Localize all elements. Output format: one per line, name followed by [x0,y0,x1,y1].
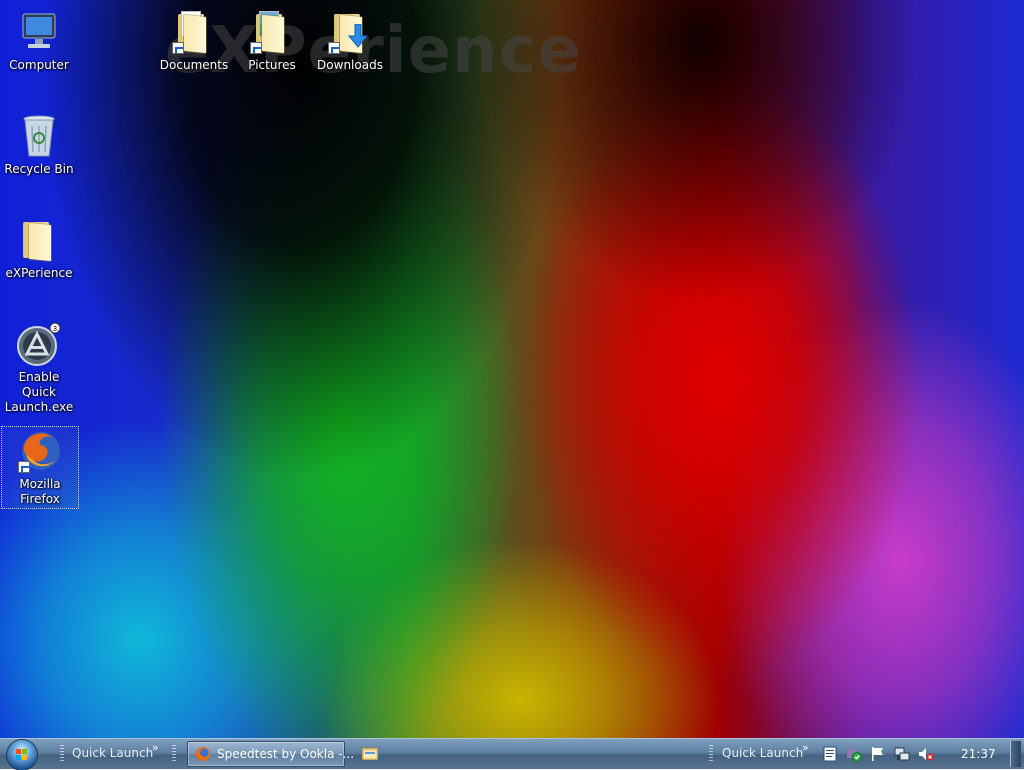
notes-icon[interactable] [822,746,838,762]
icon-label: Enable Quick Launch.exe [4,370,74,414]
desktop-icon-computer[interactable]: Computer [1,8,77,73]
toolbar-grip[interactable] [172,745,176,763]
desktop-icon-recycle-bin[interactable]: Recycle Bin [1,112,77,177]
folder-icon [15,216,63,264]
shortcut-arrow-icon [172,42,184,54]
file-explorer-icon[interactable] [361,747,379,761]
shortcut-arrow-icon [250,42,262,54]
system-clock[interactable]: 21:37 [961,747,996,761]
taskbar: Quick Launch » Speedtest by Ookla -... Q… [0,738,1024,770]
documents-folder-icon [170,8,218,56]
start-button[interactable] [7,740,37,770]
icon-label: eXPerience [5,266,73,280]
pictures-folder-icon [248,8,296,56]
desktop-icon-pictures[interactable]: Pictures [234,8,310,73]
desktop-icon-downloads[interactable]: Downloads [312,8,388,73]
downloads-folder-icon [326,8,374,56]
toolbar-grip[interactable] [60,745,64,763]
icon-label: Pictures [248,58,296,72]
icon-label: Recycle Bin [4,162,74,176]
desktop-icon-enable-quick-launch[interactable]: 3 Enable Quick Launch.exe [1,320,77,415]
shortcut-arrow-icon [328,42,340,54]
show-desktop-button[interactable] [1010,741,1021,767]
windows-start-orb-icon [16,749,28,761]
quick-launch-left-chevron[interactable]: » [152,741,159,754]
firefox-icon [196,747,210,761]
icon-label: Computer [9,58,69,72]
exe-app-icon: 3 [15,320,63,368]
task-button-label: Speedtest by Ookla -... [217,747,355,761]
desktop-icon-experience-folder[interactable]: eXPerience [1,216,77,281]
action-center-flag-icon[interactable] [870,746,886,762]
icon-label: Mozilla Firefox [19,477,61,506]
icon-label: Downloads [317,58,383,72]
toolbar-grip[interactable] [709,745,713,763]
svg-text:3: 3 [53,325,57,333]
volume-muted-icon[interactable] [918,746,934,762]
task-button-firefox[interactable]: Speedtest by Ookla -... [187,741,354,767]
recycle-bin-icon [15,112,63,160]
security-shield-icon[interactable] [846,746,862,762]
quick-launch-right-chevron[interactable]: » [802,741,809,754]
computer-icon [15,8,63,56]
network-icon[interactable] [894,746,910,762]
quick-launch-right-label[interactable]: Quick Launch [722,746,803,760]
desktop[interactable]: eXPerience Computer Recycle Bin eXPerien… [0,0,1024,738]
quick-launch-left-label[interactable]: Quick Launch [72,746,153,760]
firefox-icon [16,427,64,475]
shortcut-arrow-icon [18,461,30,473]
desktop-icon-firefox[interactable]: Mozilla Firefox [1,426,79,509]
desktop-icon-documents[interactable]: Documents [156,8,232,73]
icon-label: Documents [159,58,229,72]
